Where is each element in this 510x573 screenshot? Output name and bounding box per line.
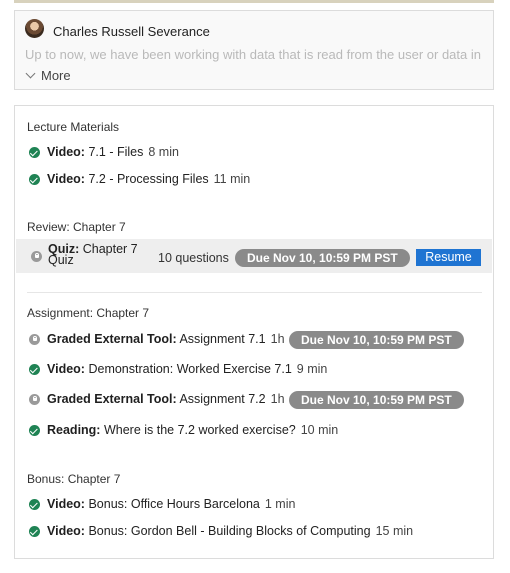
resume-button[interactable]: Resume xyxy=(416,249,481,266)
chevron-down-icon xyxy=(25,68,36,79)
completed-check-icon xyxy=(29,364,40,375)
module-items-panel: Lecture Materials Video: 7.1 - Files 8 mi… xyxy=(14,105,494,559)
item-title: Assignment 7.2 xyxy=(179,392,266,406)
item-type: Video: xyxy=(47,362,85,376)
completed-check-icon xyxy=(29,425,40,436)
item-type: Reading: xyxy=(47,423,101,437)
item-duration: 10 min xyxy=(300,423,339,437)
due-date-badge: Due Nov 10, 10:59 PM PST xyxy=(289,331,464,349)
item-duration: 8 min xyxy=(148,145,179,159)
completed-check-icon xyxy=(29,499,40,510)
item-title: Where is the 7.2 worked exercise? xyxy=(103,423,296,437)
item-title-continued: Quiz xyxy=(48,253,74,267)
completed-check-icon xyxy=(29,147,40,158)
avatar xyxy=(25,19,44,38)
more-toggle[interactable]: More xyxy=(25,68,71,83)
section-divider xyxy=(27,292,482,293)
item-title: Bonus: Gordon Bell - Building Blocks of … xyxy=(88,524,371,538)
top-divider xyxy=(14,0,494,3)
quiz-label: Quiz: Chapter 7 Quiz xyxy=(48,242,158,267)
item-type: Graded External Tool: xyxy=(47,332,177,346)
due-date-badge: Due Nov 10, 10:59 PM PST xyxy=(289,391,464,409)
list-item[interactable]: Graded External Tool: Assignment 7.1 1h D… xyxy=(27,330,487,350)
lock-icon xyxy=(29,334,40,345)
lock-icon xyxy=(29,394,40,405)
section-title-assignment: Assignment: Chapter 7 xyxy=(27,306,150,320)
item-title: 7.1 - Files xyxy=(88,145,144,159)
item-duration: 1 min xyxy=(264,497,296,511)
more-label: More xyxy=(41,68,71,83)
section-title-review: Review: Chapter 7 xyxy=(27,220,126,234)
lock-icon xyxy=(31,251,42,262)
author-name: Charles Russell Severance xyxy=(53,24,210,39)
item-type: Graded External Tool: xyxy=(47,392,177,406)
item-duration: 11 min xyxy=(213,172,251,186)
completed-check-icon xyxy=(29,526,40,537)
section-title-bonus: Bonus: Chapter 7 xyxy=(27,472,121,486)
item-type: Video: xyxy=(47,172,85,186)
list-item[interactable]: Graded External Tool: Assignment 7.2 1h D… xyxy=(27,390,487,410)
item-title: Bonus: Office Hours Barcelona xyxy=(88,497,260,511)
item-duration: 1h xyxy=(270,332,285,346)
item-title: Demonstration: Worked Exercise 7.1 xyxy=(88,362,292,376)
module-description: Up to now, we have been working with dat… xyxy=(25,47,481,62)
item-type: Video: xyxy=(47,145,85,159)
item-type: Video: xyxy=(47,524,85,538)
item-type: Video: xyxy=(47,497,85,511)
instructor-card: Charles Russell Severance Up to now, we … xyxy=(14,10,494,90)
item-duration: 9 min xyxy=(296,362,328,376)
item-duration: 1h xyxy=(270,392,285,406)
quiz-question-count: 10 questions xyxy=(158,251,229,265)
item-title: Chapter 7 xyxy=(82,242,138,256)
completed-check-icon xyxy=(29,174,40,185)
section-title-lecture: Lecture Materials xyxy=(27,120,120,134)
due-date-badge: Due Nov 10, 10:59 PM PST xyxy=(235,249,410,267)
item-title: Assignment 7.1 xyxy=(179,332,266,346)
item-title: 7.2 - Processing Files xyxy=(88,172,209,186)
item-duration: 15 min xyxy=(375,524,414,538)
quiz-row[interactable]: Quiz: Chapter 7 Quiz 10 questions Due No… xyxy=(16,239,492,273)
